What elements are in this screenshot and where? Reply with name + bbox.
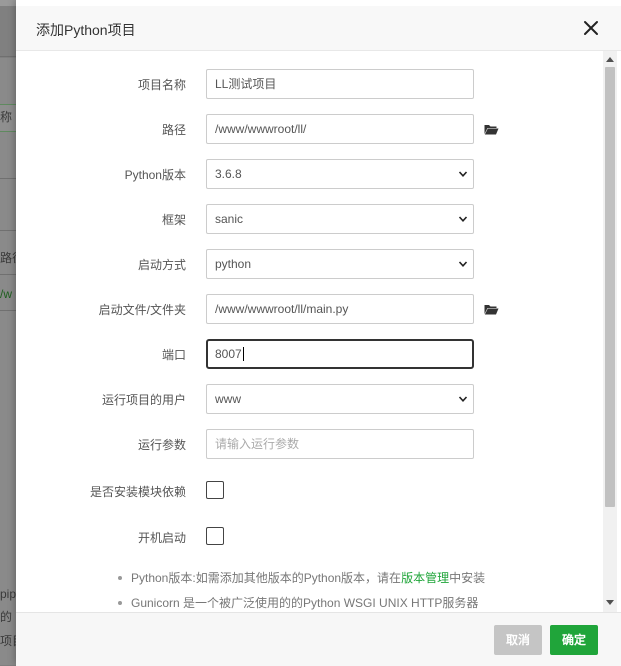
bullet [118,576,122,580]
chevron-down-icon [458,171,468,177]
run-args-label: 运行参数 [137,438,186,452]
python-version-row: Python版本 3.6.8 [16,159,603,191]
path-input[interactable]: /www/wwwroot/ll/ [206,114,474,144]
project-name-row: 项目名称 LL测试项目 [16,69,603,101]
install-deps-checkbox[interactable] [206,481,224,499]
add-python-project-dialog: 添加Python项目 项目名称 LL测试项目 路径 /www/wwwroot/l… [16,0,621,666]
tip-item: Gunicorn 是一个被广泛使用的的Python WSGI UNIX HTTP… [118,595,479,611]
background-fragment: 路径 [0,251,16,265]
port-input[interactable]: 8007 [206,339,474,369]
install-deps-label: 是否安装模块依赖 [89,485,186,499]
dialog-body: 项目名称 LL测试项目 路径 /www/wwwroot/ll/ Python版本… [16,51,603,612]
background-fragment: 项目 [0,634,16,648]
scroll-down-arrow-icon[interactable] [606,600,614,606]
run-user-value: www [215,392,241,406]
dialog-title: 添加Python项目 [36,22,136,38]
start-file-label: 启动文件/文件夹 [98,303,186,317]
close-icon [584,21,598,35]
background-fragment: 的 [0,610,13,624]
start-mode-value: python [215,257,252,271]
port-label: 端口 [161,348,186,362]
chevron-down-icon [458,396,468,402]
bullet [118,601,122,605]
project-name-input[interactable]: LL测试项目 [206,69,474,99]
dialog-footer: 取消 确定 [16,612,621,666]
framework-select[interactable]: sanic [206,204,474,234]
background-divider [0,230,16,231]
background-fragment: 称 [0,110,13,124]
tip-item: Python版本:如需添加其他版本的Python版本，请在版本管理中安装 [118,570,486,586]
autostart-row: 开机启动 [16,522,603,554]
start-mode-row: 启动方式 python [16,249,603,281]
project-name-label: 项目名称 [137,78,186,92]
run-user-label: 运行项目的用户 [101,393,186,407]
background-fragment: /w [0,287,12,301]
start-file-row: 启动文件/文件夹 /www/wwwroot/ll/main.py [16,294,603,326]
cancel-button[interactable]: 取消 [494,625,542,655]
port-row: 端口 8007 [16,339,603,371]
folder-icon[interactable] [484,123,499,135]
run-args-input[interactable]: 请输入运行参数 [206,429,474,459]
install-deps-row: 是否安装模块依赖 [16,476,603,508]
chevron-down-icon [458,216,468,222]
confirm-button[interactable]: 确定 [550,625,598,655]
start-mode-label: 启动方式 [137,258,186,272]
background-fragment: pip [0,587,16,601]
dialog-scrollbar[interactable] [603,51,617,612]
start-file-input[interactable]: /www/wwwroot/ll/main.py [206,294,474,324]
run-user-row: 运行项目的用户 www [16,384,603,416]
framework-row: 框架 sanic [16,204,603,236]
path-label: 路径 [161,123,186,137]
python-version-select[interactable]: 3.6.8 [206,159,474,189]
scroll-up-arrow-icon[interactable] [606,56,614,62]
python-version-value: 3.6.8 [215,167,242,181]
tip-text: Gunicorn 是一个被广泛使用的的Python WSGI UNIX HTTP… [131,596,479,610]
text-caret [242,347,244,361]
chevron-down-icon [458,261,468,267]
close-button[interactable] [581,18,601,38]
scrollbar-thumb[interactable] [605,67,615,507]
port-value: 8007 [215,347,242,361]
background-divider [0,178,16,179]
tip-text: Python版本:如需添加其他版本的Python版本，请在 [131,571,402,585]
path-row: 路径 /www/wwwroot/ll/ [16,114,603,146]
run-user-select[interactable]: www [206,384,474,414]
version-management-link[interactable]: 版本管理 [401,571,449,585]
run-args-row: 运行参数 请输入运行参数 [16,429,603,461]
framework-value: sanic [215,212,244,226]
framework-label: 框架 [161,213,186,227]
autostart-checkbox[interactable] [206,527,224,545]
tip-text: 中安装 [449,571,486,585]
dialog-header: 添加Python项目 [16,6,621,51]
start-mode-select[interactable]: python [206,249,474,279]
autostart-label: 开机启动 [137,531,186,545]
folder-icon[interactable] [484,303,499,315]
python-version-label: Python版本 [124,168,186,182]
